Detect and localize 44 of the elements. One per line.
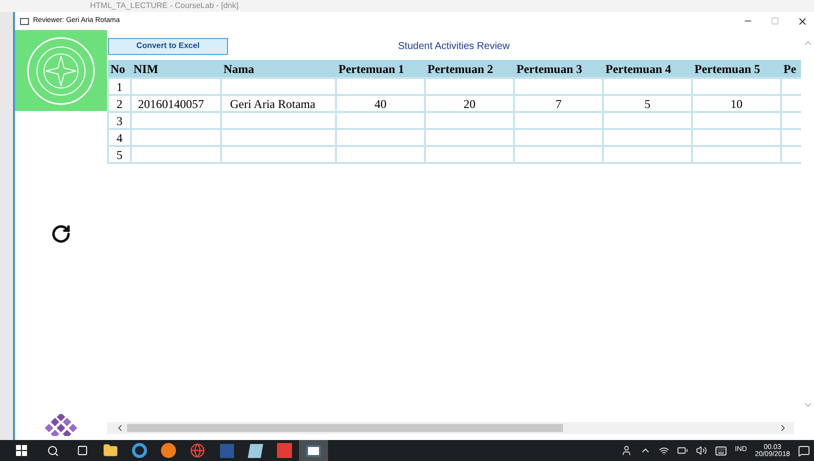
- battery-icon[interactable]: [676, 445, 688, 456]
- column-header: No: [108, 60, 131, 78]
- table-cell: 2: [108, 95, 131, 112]
- table-cell: 40: [336, 95, 425, 112]
- notepad-icon: [248, 444, 264, 458]
- table-cell: 3: [108, 112, 131, 129]
- diamond-logo-icon: [45, 414, 77, 436]
- window-icon: [20, 18, 29, 24]
- person-icon[interactable]: [620, 445, 632, 456]
- table-cell: 10: [692, 95, 781, 112]
- column-header: Nama: [221, 60, 336, 78]
- table-cell: 20160140057: [131, 95, 221, 112]
- search-icon[interactable]: [47, 444, 59, 456]
- close-icon[interactable]: [797, 16, 808, 26]
- convert-to-excel-button[interactable]: Convert to Excel: [108, 38, 228, 54]
- column-header: Pertemuan 3: [514, 60, 603, 78]
- table-cell: 1: [108, 78, 131, 95]
- background-window-title: HTML_TA_LECTURE - CourseLab - [dnk]: [90, 2, 238, 10]
- refresh-icon[interactable]: [51, 224, 71, 244]
- column-header: Pertemuan 5: [692, 60, 781, 78]
- table-cell: 4: [108, 129, 131, 146]
- seal-icon: [26, 36, 96, 106]
- notifications-icon[interactable]: [798, 444, 810, 456]
- folder-icon: [103, 443, 118, 458]
- windows-start-icon[interactable]: [16, 445, 27, 456]
- taskbar-app[interactable]: [299, 440, 328, 461]
- table-cell: 5: [108, 146, 131, 163]
- keyboard-icon[interactable]: [714, 444, 727, 456]
- page-heading: Student Activities Review: [398, 40, 510, 54]
- column-header: Pertemuan 2: [425, 60, 514, 78]
- table-cell: 5: [603, 95, 692, 112]
- column-header: Pe: [781, 60, 801, 78]
- table-cell: 20: [425, 95, 514, 112]
- globe-icon: [190, 443, 205, 458]
- table-cell: 7: [514, 95, 603, 112]
- column-header: Pertemuan 4: [603, 60, 692, 78]
- volume-icon[interactable]: [696, 445, 707, 456]
- horizontal-scrollbar-thumb[interactable]: [127, 424, 563, 432]
- window-app-icon: [306, 444, 321, 456]
- table-cell: Geri Aria Rotama: [221, 95, 336, 112]
- column-header: Pertemuan 1: [336, 60, 425, 78]
- task-view-icon[interactable]: [77, 445, 88, 456]
- network-icon[interactable]: [658, 446, 669, 456]
- column-header: NIM: [131, 60, 221, 78]
